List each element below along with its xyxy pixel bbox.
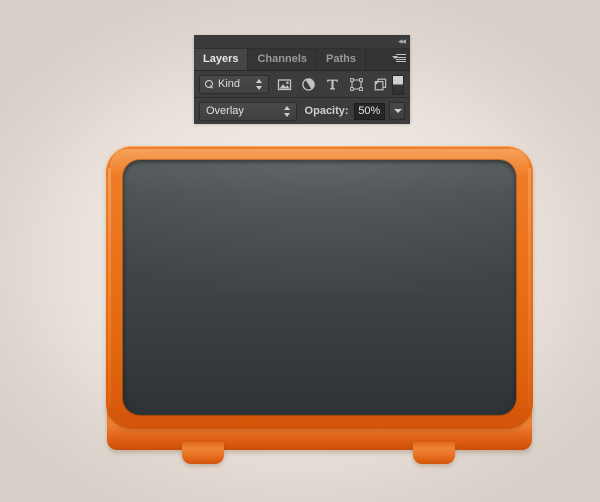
canvas-stage: ◂◂ Layers Channels Paths Kind Overlay Op… xyxy=(0,0,600,502)
tab-channels[interactable]: Channels xyxy=(248,49,317,70)
tab-layers[interactable]: Layers xyxy=(194,49,249,70)
type-layer-filter-icon[interactable] xyxy=(325,77,340,92)
filter-enable-toggle[interactable] xyxy=(392,75,404,95)
orange-retro-tv-illustration xyxy=(106,146,533,491)
tv-body-left-edge-highlight xyxy=(108,168,111,407)
panel-menu-icon[interactable] xyxy=(392,54,406,65)
blend-mode-stepper-icon[interactable] xyxy=(283,105,291,117)
adjustment-layer-filter-icon[interactable] xyxy=(301,77,316,92)
tab-channels-label: Channels xyxy=(257,53,307,65)
blend-mode-value: Overlay xyxy=(206,105,244,117)
magnifier-icon xyxy=(205,79,214,89)
smart-object-filter-icon[interactable] xyxy=(373,77,388,92)
panel-titlebar: ◂◂ xyxy=(194,35,410,49)
tab-paths[interactable]: Paths xyxy=(317,49,366,70)
filter-type-icons xyxy=(277,77,388,92)
shape-layer-filter-icon[interactable] xyxy=(349,77,364,92)
tv-screen-sheen xyxy=(123,160,516,293)
opacity-input[interactable]: 50% xyxy=(353,102,386,120)
layers-panel: ◂◂ Layers Channels Paths Kind Overlay Op… xyxy=(194,35,410,124)
layer-filter-row: Kind xyxy=(194,71,410,98)
blend-opacity-row: Overlay Opacity: 50% xyxy=(194,98,410,124)
tab-layers-label: Layers xyxy=(203,53,239,65)
tv-body-bezel xyxy=(106,146,533,429)
tv-foot-left xyxy=(182,442,224,464)
opacity-dropdown-icon[interactable] xyxy=(389,102,405,120)
filter-kind-label: Kind xyxy=(218,78,241,90)
blend-mode-dropdown[interactable]: Overlay xyxy=(199,101,297,121)
collapse-to-icons-icon[interactable]: ◂◂ xyxy=(391,37,406,46)
tv-foot-right xyxy=(413,442,455,464)
filter-kind-dropdown[interactable]: Kind xyxy=(199,74,269,94)
pixel-layer-filter-icon[interactable] xyxy=(277,77,292,92)
up-down-stepper-icon[interactable] xyxy=(256,78,263,90)
tv-screen xyxy=(123,160,516,415)
opacity-label: Opacity: xyxy=(304,105,349,117)
panel-tab-row: Layers Channels Paths xyxy=(194,49,410,71)
tv-body-right-edge-highlight xyxy=(528,168,531,407)
tab-paths-label: Paths xyxy=(326,53,356,65)
